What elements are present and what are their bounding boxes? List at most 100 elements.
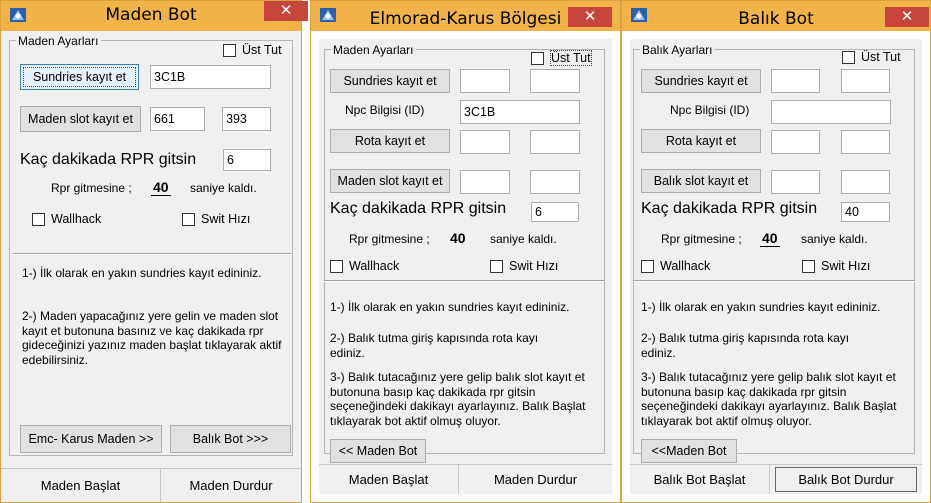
maden-stop-button[interactable]: Maden Durdur	[161, 469, 301, 502]
rpr-minutes-label: Kaç dakikada RPR gitsin	[641, 200, 818, 217]
balik-bot-nav-button[interactable]: Balık Bot >>>	[170, 425, 291, 453]
emc-karus-maden-button[interactable]: Emc- Karus Maden >>	[20, 425, 162, 453]
rpr-minutes-label: Kaç dakikada RPR gitsin	[330, 200, 507, 217]
swit-speed-label: Swit Hızı	[509, 259, 559, 273]
balik-stop-button[interactable]: Balık Bot Durdur	[775, 467, 917, 492]
checkbox-box[interactable]	[641, 259, 654, 273]
window-title: Maden Bot	[105, 5, 197, 25]
close-button[interactable]: ✕	[885, 7, 929, 27]
checkbox-box[interactable]	[802, 259, 815, 273]
maden-start-button[interactable]: Maden Başlat	[1, 469, 161, 502]
swit-speed-checkbox[interactable]: Swit Hızı	[182, 212, 250, 226]
window-balik-bot: Balık Bot ✕ Balık Ayarları Üst Tut Sundr…	[621, 0, 931, 503]
window-maden-bot: Maden Bot ✕ Maden Ayarları Üst Tut Sundr…	[0, 0, 308, 503]
checkbox-box[interactable]	[490, 259, 503, 273]
titlebar[interactable]: Balık Bot ✕	[622, 1, 930, 31]
rpr-countdown-prefix: Rpr gitmesine ;	[661, 232, 742, 246]
rpr-countdown-value: 40	[151, 179, 171, 196]
checkbox-box[interactable]	[182, 212, 195, 226]
maden-slot-save-button[interactable]: Maden slot kayıt et	[330, 169, 450, 193]
rpr-countdown-suffix: saniye kaldı.	[190, 181, 257, 195]
swit-speed-checkbox[interactable]: Swit Hızı	[802, 259, 870, 273]
balik-start-button[interactable]: Balık Bot Başlat	[630, 465, 770, 494]
rota-x-input[interactable]	[460, 130, 510, 154]
instruction-2: 2-) Balık tutma giriş kapısında rota kay…	[641, 331, 850, 360]
maden-start-button[interactable]: Maden Başlat	[319, 465, 459, 494]
wallhack-checkbox[interactable]: Wallhack	[330, 259, 399, 273]
instruction-1: 1-) İlk olarak en yakın sundries kayıt e…	[641, 300, 881, 314]
slot-x-input[interactable]	[771, 170, 820, 194]
instruction-2: 2-) Balık tutma giriş kapısında rota kay…	[330, 331, 539, 360]
swit-speed-label: Swit Hızı	[821, 259, 871, 273]
rpr-countdown-suffix: saniye kaldı.	[801, 232, 868, 246]
statusbar: Maden Başlat Maden Durdur	[319, 464, 612, 494]
settings-group: Maden Ayarları	[9, 34, 293, 456]
close-button[interactable]: ✕	[568, 7, 612, 27]
rpr-minutes-input[interactable]: 40	[841, 202, 890, 222]
instruction-1: 1-) İlk olarak en yakın sundries kayıt e…	[22, 266, 262, 280]
ust-tut-label: Üst Tut	[861, 50, 901, 64]
rpr-minutes-input[interactable]: 6	[223, 149, 271, 171]
back-maden-bot-button[interactable]: << Maden Bot	[330, 439, 426, 463]
checkbox-box[interactable]	[330, 259, 343, 273]
close-button[interactable]: ✕	[264, 1, 308, 21]
checkbox-box[interactable]	[32, 212, 45, 226]
window-title: Balık Bot	[738, 9, 814, 29]
window-elmorad-karus: Elmorad-Karus Bölgesi ✕ Maden Ayarları Ü…	[310, 0, 621, 503]
wallhack-checkbox[interactable]: Wallhack	[641, 259, 710, 273]
rota-save-button[interactable]: Rota kayıt et	[641, 129, 761, 153]
divider	[633, 280, 915, 282]
sundries-y-input[interactable]	[841, 69, 890, 93]
rpr-countdown-value: 40	[450, 230, 466, 246]
maden-stop-button[interactable]: Maden Durdur	[459, 465, 612, 494]
titlebar[interactable]: Maden Bot ✕	[1, 1, 308, 31]
npc-id-input[interactable]: 3C1B	[460, 100, 580, 124]
instruction-3: 3-) Balık tutacağınız yere gelip balık s…	[330, 370, 586, 428]
instruction-3: 3-) Balık tutacağınız yere gelip balık s…	[641, 370, 897, 428]
checkbox-box[interactable]	[223, 43, 236, 57]
ust-tut-label: Üst Tut	[242, 43, 282, 57]
back-maden-bot-button[interactable]: <<Maden Bot	[641, 439, 737, 463]
slot-y-input[interactable]	[530, 170, 580, 194]
sundries-save-button[interactable]: Sundries kayıt et	[330, 69, 450, 93]
checkbox-box[interactable]	[842, 50, 855, 64]
rota-save-button[interactable]: Rota kayıt et	[330, 129, 450, 153]
ust-tut-checkbox[interactable]: Üst Tut	[223, 43, 282, 57]
maden-slot-save-button[interactable]: Maden slot kayıt et	[20, 106, 141, 132]
client-area: Maden Ayarları Üst Tut Sundries kayıt et…	[1, 31, 301, 502]
rpr-minutes-input[interactable]: 6	[531, 202, 579, 222]
sundries-x-input[interactable]	[460, 69, 510, 93]
group-title: Maden Ayarları	[16, 34, 101, 48]
sundries-y-input[interactable]	[530, 69, 580, 93]
sundries-save-button[interactable]: Sundries kayıt et	[20, 64, 139, 90]
slot-x-input[interactable]: 661	[150, 107, 205, 131]
npc-info-label: Npc Bilgisi (ID)	[670, 103, 750, 117]
wallhack-label: Wallhack	[349, 259, 400, 273]
rpr-minutes-label: Kaç dakikada RPR gitsin	[20, 151, 197, 168]
rpr-countdown-value: 40	[760, 230, 780, 247]
sundries-save-button[interactable]: Sundries kayıt et	[641, 69, 761, 93]
checkbox-box[interactable]	[531, 51, 544, 65]
ust-tut-checkbox[interactable]: Üst Tut	[531, 50, 592, 66]
rota-x-input[interactable]	[771, 130, 820, 154]
client-area: Balık Ayarları Üst Tut Sundries kayıt et…	[630, 39, 922, 494]
instruction-1: 1-) İlk olarak en yakın sundries kayıt e…	[330, 300, 570, 314]
swit-speed-checkbox[interactable]: Swit Hızı	[490, 259, 558, 273]
swit-speed-label: Swit Hızı	[201, 212, 251, 226]
balik-slot-save-button[interactable]: Balık slot kayıt et	[641, 169, 761, 193]
ust-tut-checkbox[interactable]: Üst Tut	[842, 50, 901, 64]
sundries-id-input[interactable]: 3C1B	[150, 65, 271, 89]
divider	[324, 280, 604, 282]
rota-y-input[interactable]	[841, 130, 890, 154]
wallhack-checkbox[interactable]: Wallhack	[32, 212, 101, 226]
slot-y-input[interactable]: 393	[222, 107, 271, 131]
slot-x-input[interactable]	[460, 170, 510, 194]
statusbar: Maden Başlat Maden Durdur	[1, 468, 301, 502]
group-title: Balık Ayarları	[640, 43, 715, 57]
slot-y-input[interactable]	[841, 170, 890, 194]
statusbar: Balık Bot Başlat Balık Bot Durdur	[630, 464, 922, 494]
rota-y-input[interactable]	[530, 130, 580, 154]
npc-id-input[interactable]	[771, 100, 891, 124]
sundries-x-input[interactable]	[771, 69, 820, 93]
titlebar[interactable]: Elmorad-Karus Bölgesi ✕	[311, 1, 620, 31]
